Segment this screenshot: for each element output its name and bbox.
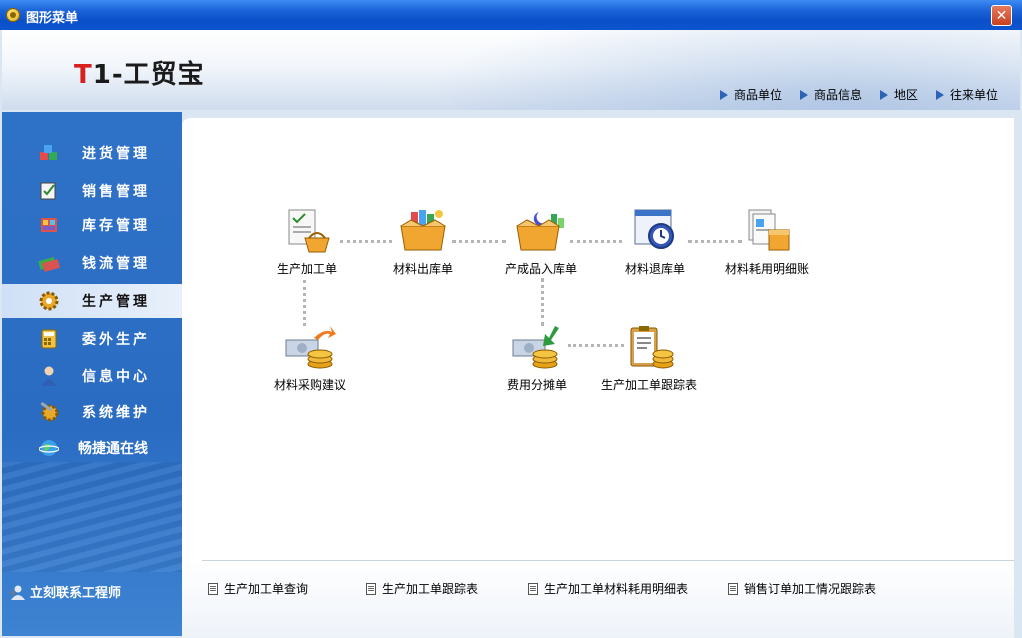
- flow-node-material-return[interactable]: 材料退库单: [600, 208, 710, 277]
- flow-node-material-usage-ledger[interactable]: 材料耗用明细账: [712, 208, 822, 277]
- flow-node-finished-goods-receipt[interactable]: 产成品入库单: [486, 208, 596, 277]
- sidebar-item-online[interactable]: 畅捷通在线: [2, 431, 182, 465]
- sidebar-item-sales[interactable]: 销售管理: [2, 174, 182, 208]
- flow-node-label: 材料耗用明细账: [724, 262, 809, 276]
- sidebar-item-outsourcing[interactable]: 委外生产: [2, 322, 182, 356]
- report-link-material-usage[interactable]: 生产加工单材料耗用明细表: [528, 580, 688, 597]
- window-clock-icon: [634, 209, 674, 249]
- header-quick-links: 商品单位 商品信息 地区 往来单位: [719, 86, 998, 103]
- flow-node-label: 生产加工单跟踪表: [600, 378, 697, 392]
- header-link-unit[interactable]: 商品单位: [719, 86, 782, 103]
- header-link-label: 商品信息: [813, 88, 862, 102]
- clipboard-coins-icon: [630, 326, 674, 369]
- report-link-sales-order-tracking[interactable]: 销售订单加工情况跟踪表: [728, 580, 876, 597]
- flow-node-production-order[interactable]: 生产加工单: [252, 208, 362, 277]
- window-title: 图形菜单: [26, 11, 79, 26]
- header-banner: T1-工贸宝 商品单位 商品信息 地区 往来单位: [2, 30, 1020, 110]
- flow-node-label: 材料退库单: [624, 262, 685, 276]
- document-icon: [528, 582, 538, 595]
- sidebar-item-label: 销售管理: [82, 184, 150, 200]
- support-person-icon: [11, 585, 25, 600]
- production-gear-icon: [38, 290, 60, 312]
- report-links-bar: 生产加工单查询 生产加工单跟踪表 生产加工单材料耗用明细表 销售订单加工情况跟踪…: [182, 561, 1014, 638]
- document-icon: [208, 582, 218, 595]
- contact-label: 立刻联系工程师: [30, 586, 122, 601]
- sidebar-item-label: 库存管理: [82, 218, 150, 234]
- sidebar-item-purchase[interactable]: 进货管理: [2, 136, 182, 170]
- arrow-right-icon: [719, 89, 728, 100]
- cash-coins-down-arrow-icon: [512, 326, 559, 369]
- flow-node-purchase-suggestion[interactable]: 材料采购建议: [255, 324, 365, 393]
- sidebar-item-production[interactable]: 生产管理: [2, 284, 182, 318]
- logo-text: 1-工贸宝: [92, 60, 205, 90]
- sidebar-item-label: 生产管理: [82, 294, 150, 310]
- close-icon: ✕: [995, 8, 1008, 24]
- header-link-partner[interactable]: 往来单位: [935, 86, 998, 103]
- header-link-label: 商品单位: [733, 88, 782, 102]
- sidebar-item-cashflow[interactable]: 钱流管理: [2, 246, 182, 280]
- purchase-icon: [38, 142, 60, 164]
- order-basket-icon: [288, 209, 330, 253]
- header-link-product-info[interactable]: 商品信息: [799, 86, 862, 103]
- report-link-label: 生产加工单查询: [224, 582, 309, 596]
- report-link-order-tracking[interactable]: 生产加工单跟踪表: [366, 580, 478, 597]
- logo-prefix: T: [74, 60, 93, 90]
- inventory-icon: [38, 214, 60, 236]
- sidebar-item-label: 进货管理: [82, 146, 150, 162]
- sidebar: 进货管理 销售管理 库存管理 钱流管理 生产管理 委外生产 信息中心 系统维护 …: [2, 112, 182, 636]
- window: 图形菜单 ✕ T1-工贸宝 商品单位 商品信息 地区 往来单位 进货管理 销售管…: [0, 0, 1022, 638]
- app-icon: [6, 8, 20, 22]
- flow-node-label: 材料采购建议: [273, 378, 346, 392]
- close-button[interactable]: ✕: [991, 5, 1012, 26]
- maintenance-icon: [38, 401, 60, 423]
- arrow-right-icon: [879, 89, 888, 100]
- cash-coins-arrow-icon: [285, 326, 336, 369]
- product-logo: T1-工贸宝: [74, 54, 205, 91]
- document-icon: [366, 582, 376, 595]
- sidebar-item-inventory[interactable]: 库存管理: [2, 208, 182, 242]
- ledger-box-icon: [748, 209, 790, 251]
- flow-node-label: 费用分摊单: [506, 378, 567, 392]
- person-icon: [38, 365, 60, 387]
- flow-node-order-tracking[interactable]: 生产加工单跟踪表: [594, 324, 704, 393]
- flow-node-label: 产成品入库单: [504, 262, 577, 276]
- header-link-region[interactable]: 地区: [879, 86, 918, 103]
- sidebar-item-label: 信息中心: [82, 369, 150, 385]
- sidebar-item-label: 系统维护: [82, 405, 150, 421]
- flow-node-cost-allocation[interactable]: 费用分摊单: [482, 324, 592, 393]
- title-bar[interactable]: 图形菜单 ✕: [0, 0, 1022, 30]
- flow-connector: [541, 278, 544, 326]
- header-link-label: 往来单位: [949, 88, 998, 102]
- flow-node-label: 生产加工单: [276, 262, 337, 276]
- flow-connector: [303, 280, 306, 326]
- report-link-label: 销售订单加工情况跟踪表: [744, 582, 877, 596]
- sidebar-item-maintenance[interactable]: 系统维护: [2, 395, 182, 429]
- calculator-icon: [38, 328, 60, 350]
- sidebar-item-label: 畅捷通在线: [78, 441, 148, 457]
- arrow-right-icon: [799, 89, 808, 100]
- globe-icon: [38, 437, 60, 459]
- sidebar-item-label: 委外生产: [82, 332, 150, 348]
- header-link-label: 地区: [893, 88, 918, 102]
- report-link-label: 生产加工单跟踪表: [382, 582, 479, 596]
- cashflow-icon: [38, 252, 60, 274]
- box-with-blocks-icon: [400, 210, 446, 251]
- report-link-label: 生产加工单材料耗用明细表: [544, 582, 689, 596]
- report-link-order-query[interactable]: 生产加工单查询: [208, 580, 308, 597]
- arrow-right-icon: [935, 89, 944, 100]
- box-with-moon-icon: [516, 212, 564, 251]
- flow-node-label: 材料出库单: [392, 262, 453, 276]
- sales-icon: [38, 180, 60, 202]
- sidebar-item-info-center[interactable]: 信息中心: [2, 359, 182, 393]
- flow-node-material-issue[interactable]: 材料出库单: [368, 208, 478, 277]
- document-icon: [728, 582, 738, 595]
- contact-engineer-link[interactable]: 立刻联系工程师: [10, 582, 121, 601]
- sidebar-item-label: 钱流管理: [82, 256, 150, 272]
